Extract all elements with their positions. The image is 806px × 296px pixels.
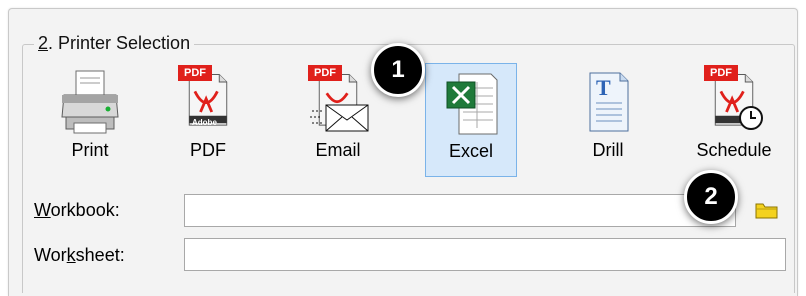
worksheet-input[interactable] xyxy=(184,238,786,271)
folder-icon[interactable] xyxy=(755,200,779,220)
svg-text:T: T xyxy=(596,75,611,100)
excel-option[interactable]: Excel xyxy=(425,63,517,177)
email-option[interactable]: PDF Email xyxy=(296,63,380,175)
drill-option[interactable]: T Drill xyxy=(566,63,650,175)
print-label: Print xyxy=(71,140,109,160)
schedule-pdf-badge: PDF xyxy=(704,65,738,81)
printer-selection-title: 2. Printer Selection xyxy=(34,32,195,54)
callout-badge-1: 1 xyxy=(371,43,425,97)
print-option[interactable]: Print xyxy=(46,63,134,175)
email-pdf-badge: PDF xyxy=(308,65,342,81)
worksheet-label: Worksheet: xyxy=(34,245,125,265)
drill-document-icon: T xyxy=(576,65,640,137)
pdf-badge: PDF xyxy=(178,65,212,81)
schedule-option[interactable]: PDF Schedule xyxy=(684,63,784,175)
workbook-input[interactable] xyxy=(184,194,736,227)
email-label: Email xyxy=(315,140,361,160)
pdf-option[interactable]: PDF Adobe PDF xyxy=(166,63,250,175)
excel-label: Excel xyxy=(448,141,493,161)
pdf-label: PDF xyxy=(190,140,226,160)
drill-label: Drill xyxy=(592,140,624,160)
clock-icon xyxy=(739,106,763,130)
adobe-brand: Adobe xyxy=(192,118,217,127)
schedule-pdf-icon: PDF xyxy=(702,65,766,137)
callout-badge-2: 2 xyxy=(684,170,738,224)
workbook-label: Workbook: xyxy=(34,200,120,220)
email-pdf-icon: PDF xyxy=(306,65,370,137)
pdf-icon: PDF Adobe xyxy=(176,65,240,137)
printer-icon xyxy=(58,65,122,137)
schedule-label: Schedule xyxy=(696,140,772,160)
excel-icon xyxy=(439,66,503,138)
